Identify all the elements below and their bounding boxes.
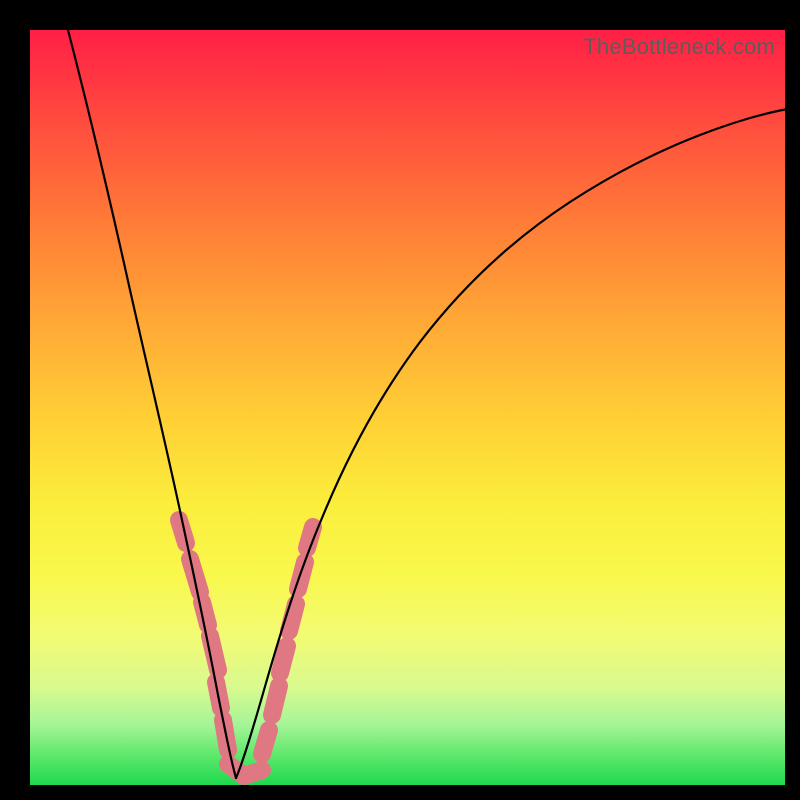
curve-right-branch [236, 110, 785, 779]
marker-right-1 [262, 730, 269, 754]
marker-right-2 [272, 686, 279, 715]
chart-svg [30, 30, 785, 785]
marker-right-3 [280, 646, 287, 673]
marker-apex-2 [244, 770, 262, 776]
plot-area: TheBottleneck.com [30, 30, 785, 785]
chart-stage: TheBottleneck.com [0, 0, 800, 800]
highlight-markers [179, 520, 313, 776]
